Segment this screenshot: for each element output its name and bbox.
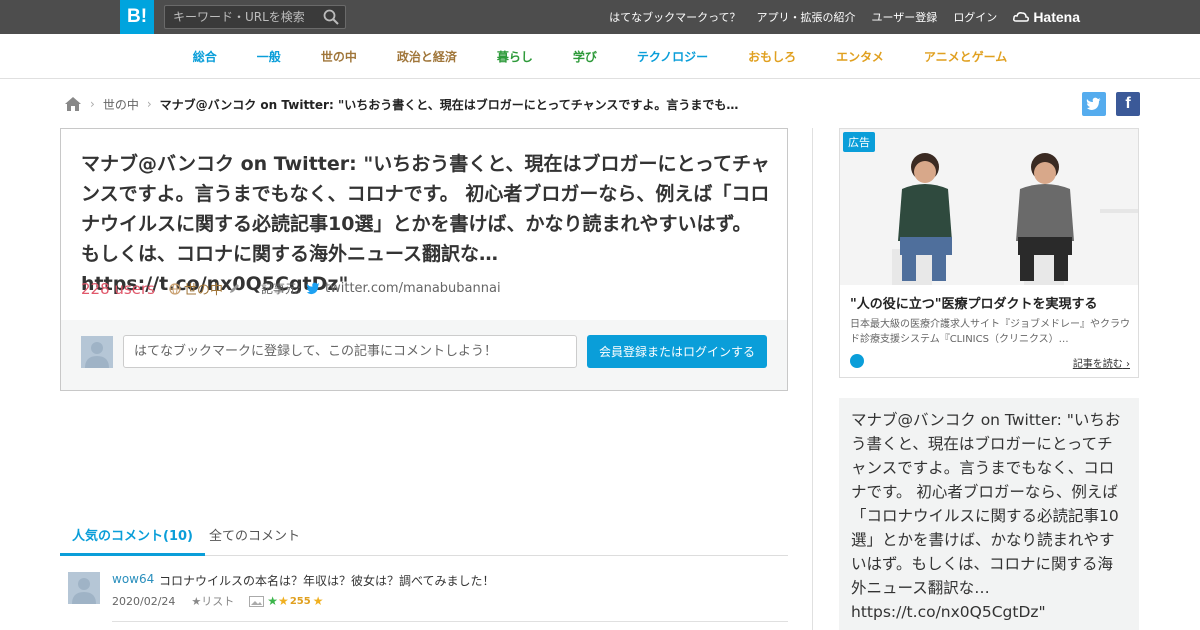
yellow-star-icon: ★ [278, 594, 289, 608]
category-tab[interactable]: 暮らし [497, 48, 533, 65]
ad-read-more-link[interactable]: 記事を読む › [1073, 355, 1130, 370]
ad-badge: 広告 [843, 132, 875, 152]
search-box [164, 5, 346, 29]
register-login-button[interactable]: 会員登録またはログインする [587, 335, 767, 368]
search-icon[interactable] [323, 9, 339, 25]
category-tab[interactable]: エンタメ [836, 48, 884, 65]
star-count[interactable]: 255 [290, 596, 311, 607]
hatena-brand-label: Hatena [1033, 9, 1080, 25]
comment-form: 会員登録またはログインする [61, 320, 787, 390]
comment-text: コロナウイルスの本名は？年収は？彼女は？調べてみました！ [159, 574, 495, 588]
entry-category[interactable]: 世の中 [169, 279, 241, 298]
chevron-right-icon: › [1126, 359, 1130, 370]
ad-brand-logo [850, 354, 864, 368]
comment-user[interactable]: wow64 [112, 572, 154, 586]
category-globe-icon [169, 282, 181, 295]
avatar[interactable] [68, 572, 100, 604]
category-tab[interactable]: 学び [573, 48, 597, 65]
category-tab[interactable]: アニメとゲーム [924, 48, 1007, 65]
category-tab[interactable]: 世の中 [321, 48, 357, 65]
tab-all-comments[interactable]: 全てのコメント [197, 522, 312, 556]
category-tab[interactable]: 一般 [257, 48, 281, 65]
hatena-cloud-icon [1013, 12, 1030, 22]
ad-read-more-label: 記事を読む [1072, 359, 1123, 370]
comment-meta: 2020/02/24 ★リスト ★ ★ 255 ★ [112, 593, 323, 609]
comment-date[interactable]: 2020/02/24 [112, 595, 175, 608]
entry-source: 記事元: twitter.com/manabubannai [261, 280, 501, 297]
ad-card[interactable]: 広告 "人の役に立つ"医療プロダクトを実現する 日本最大級の医療介護求人サイト『… [839, 128, 1139, 378]
top-nav: はてなブックマークって？ アプリ・拡張の紹介 ユーザー登録 ログイン Haten… [593, 0, 1080, 34]
ad-image: 広告 [840, 129, 1138, 285]
entry-card: マナブ@バンコク on Twitter: "いちおう書くと、現在はブロガーにとっ… [60, 128, 788, 391]
share-buttons: f [1072, 92, 1140, 116]
twitter-icon [306, 282, 320, 295]
nav-login[interactable]: ログイン [953, 9, 997, 25]
ad-description: 日本最大級の医療介護求人サイト『ジョブメドレー』やクラウド診療支援システム『CL… [850, 319, 1130, 345]
source-domain[interactable]: twitter.com/manabubannai [325, 281, 501, 296]
entry-category-label: 世の中 [183, 283, 223, 298]
image-icon[interactable] [249, 595, 265, 607]
avatar [81, 336, 113, 368]
tab-popular-comments[interactable]: 人気のコメント(10) [60, 522, 205, 556]
chevron-right-icon: › [146, 97, 152, 111]
chevron-right-icon: › [90, 97, 95, 111]
breadcrumb: › 世の中 › マナブ@バンコク on Twitter: "いちおう書くと、現在… [64, 94, 750, 114]
home-icon[interactable] [64, 96, 82, 112]
entry-title[interactable]: マナブ@バンコク on Twitter: "いちおう書くと、現在はブロガーにとっ… [81, 149, 771, 299]
breadcrumb-category[interactable]: 世の中 [103, 96, 139, 113]
top-bar: B! はてなブックマークって？ アプリ・拡張の紹介 ユーザー登録 ログイン Ha… [0, 0, 1200, 34]
hatena-brand[interactable]: Hatena [1013, 9, 1080, 25]
category-tab[interactable]: 総合 [193, 48, 217, 65]
pencil-icon[interactable] [228, 282, 241, 295]
search-input[interactable] [165, 6, 315, 28]
nav-apps[interactable]: アプリ・拡張の紹介 [757, 9, 856, 25]
nav-register[interactable]: ユーザー登録 [872, 9, 938, 25]
source-label: 記事元: [260, 282, 301, 296]
column-divider [812, 128, 813, 630]
hatena-bookmark-logo[interactable]: B! [120, 0, 154, 34]
bookmark-user-count[interactable]: 228 users [81, 280, 155, 298]
ad-title[interactable]: "人の役に立つ"医療プロダクトを実現する [850, 293, 1098, 312]
comment-tabs: 人気のコメント(10) 全てのコメント [60, 522, 788, 556]
add-star-icon[interactable]: ★ [313, 594, 324, 608]
category-tab[interactable]: テクノロジー [637, 48, 708, 65]
entry-meta: 228 users 世の中 記事元: twitter.com/manabuban… [81, 279, 501, 299]
breadcrumb-current: マナブ@バンコク on Twitter: "いちおう書くと、現在はブロガーにとっ… [159, 97, 750, 112]
entry-description: マナブ@バンコク on Twitter: "いちおう書くと、現在はブロガーにとっ… [839, 398, 1139, 630]
category-nav: 総合 一般 世の中 政治と経済 暮らし 学び テクノロジー おもしろ エンタメ アニメとゲーム [0, 34, 1200, 79]
category-tab[interactable]: 政治と経済 [397, 48, 457, 65]
green-star-icon[interactable]: ★ [267, 594, 278, 608]
comment-divider [112, 621, 788, 622]
star-list-link[interactable]: ★リスト [191, 593, 234, 609]
twitter-share-icon[interactable] [1082, 92, 1106, 116]
comment-input[interactable] [123, 335, 577, 368]
nav-about[interactable]: はてなブックマークって？ [609, 9, 740, 25]
category-tab[interactable]: おもしろ [748, 48, 796, 65]
facebook-share-icon[interactable]: f [1116, 92, 1140, 116]
